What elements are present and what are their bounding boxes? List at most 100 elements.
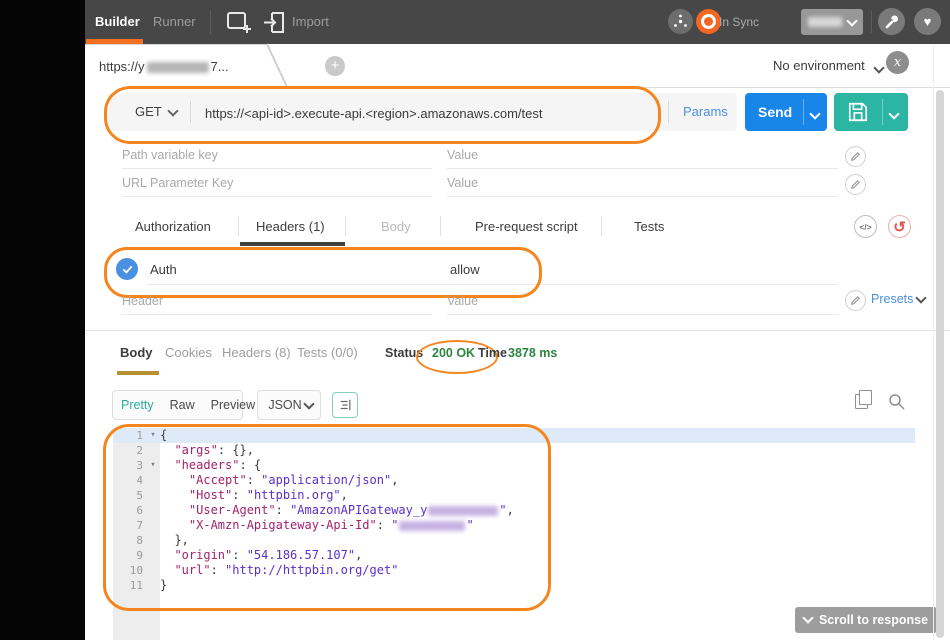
edit-pencil-icon[interactable] <box>845 174 866 195</box>
new-request-tab-button[interactable]: + <box>325 56 345 76</box>
send-button[interactable]: Send <box>745 93 827 131</box>
tab-slant-edge <box>266 44 288 88</box>
url-parameter-value-input[interactable] <box>447 170 838 197</box>
tab-runner[interactable]: Runner <box>153 0 196 44</box>
account-menu-button[interactable] <box>801 9 863 35</box>
header-key-cell[interactable]: Auth <box>150 262 177 277</box>
import-icon[interactable] <box>263 11 287 39</box>
code-line: 6 "User-Agent": "AmazonAPIGateway_y", <box>113 503 915 518</box>
copy-icon[interactable] <box>855 394 868 409</box>
environment-selector[interactable]: No environment <box>773 44 865 88</box>
save-split-divider <box>882 99 883 125</box>
left-sidebar <box>0 0 85 640</box>
time-label: Time <box>478 346 507 360</box>
request-tab-strip: https://y7... + No environment x <box>85 44 950 88</box>
proxy-icon[interactable] <box>668 9 693 34</box>
line-number: 7 <box>113 518 146 533</box>
view-pretty[interactable]: Pretty <box>113 398 162 412</box>
line-number: 10 <box>113 563 146 578</box>
response-code-lines[interactable]: 1▾{2 "args": {},3▾ "headers": {4 "Accept… <box>113 428 915 593</box>
format-dropdown[interactable]: JSON <box>257 390 321 420</box>
response-tab-cookies[interactable]: Cookies <box>165 345 212 360</box>
response-tab-headers[interactable]: Headers (8) <box>222 345 291 360</box>
line-number: 2 <box>113 443 146 458</box>
status-badge: 200 OK <box>432 346 475 360</box>
code-line: 9 "origin": "54.186.57.107", <box>113 548 915 563</box>
path-variable-value-input[interactable] <box>447 142 838 169</box>
line-number: 5 <box>113 488 146 503</box>
settings-wrench-icon[interactable] <box>878 8 905 35</box>
edit-pencil-icon[interactable] <box>845 290 866 311</box>
path-variable-key-input[interactable] <box>122 142 432 169</box>
save-options-chevron-icon[interactable] <box>888 108 899 119</box>
url-parameter-key-input[interactable] <box>122 170 432 197</box>
code-line: 10 "url": "http://httpbin.org/get" <box>113 563 915 578</box>
scrollbar-track <box>933 44 934 640</box>
edit-pencil-icon[interactable] <box>845 146 866 167</box>
topbar: Builder Runner Import <box>85 0 950 44</box>
view-preview[interactable]: Preview <box>203 398 263 412</box>
status-label: Status <box>385 346 423 360</box>
favorites-heart-icon[interactable]: ♥ <box>914 8 941 35</box>
tab-pre-request-script[interactable]: Pre-request script <box>475 219 578 234</box>
new-tab-icon[interactable] <box>226 11 252 39</box>
tab-divider <box>345 216 346 236</box>
presets-dropdown[interactable]: Presets <box>871 292 925 306</box>
url-bar: GET Params <box>107 93 737 131</box>
send-split-divider <box>803 99 804 125</box>
params-divider <box>668 101 669 123</box>
params-button[interactable]: Params <box>683 93 728 131</box>
view-raw[interactable]: Raw <box>162 398 203 412</box>
topbar-divider-2 <box>871 11 872 33</box>
chevron-down-icon <box>802 612 813 623</box>
response-panel: Body Cookies Headers (8) Tests (0/0) Sta… <box>85 331 950 640</box>
tab-url-redacted <box>147 62 209 73</box>
environment-quick-look[interactable]: x <box>886 51 909 74</box>
new-header-value-input[interactable] <box>447 288 838 315</box>
tab-body[interactable]: Body <box>381 219 411 234</box>
sync-status-icon[interactable] <box>696 9 721 34</box>
line-number: 6 <box>113 503 146 518</box>
chevron-down-icon <box>873 62 884 73</box>
time-value: 3878 ms <box>508 346 557 360</box>
format-label: JSON <box>265 398 304 412</box>
urlbar-divider <box>190 101 191 123</box>
chevron-down-icon <box>846 15 857 26</box>
import-button[interactable]: Import <box>292 0 329 44</box>
response-tab-tests[interactable]: Tests (0/0) <box>297 345 358 360</box>
header-enabled-checkbox[interactable] <box>116 258 138 280</box>
header-value-cell[interactable]: allow <box>450 262 480 277</box>
send-label: Send <box>758 93 792 131</box>
redacted-value <box>428 506 498 516</box>
request-url-input[interactable] <box>203 93 657 133</box>
generate-code-icon[interactable]: </> <box>854 215 877 238</box>
scroll-to-response-button[interactable]: Scroll to response <box>795 607 937 633</box>
fold-caret-icon[interactable]: ▾ <box>146 458 160 473</box>
save-button[interactable] <box>834 93 908 131</box>
code-line: 8 }, <box>113 533 915 548</box>
search-icon[interactable] <box>887 392 906 416</box>
tab-headers[interactable]: Headers (1) <box>256 219 325 234</box>
tab-divider <box>238 216 239 236</box>
code-line: 7 "X-Amzn-Apigateway-Api-Id": "" <box>113 518 915 533</box>
tab-divider <box>601 216 602 236</box>
sync-status-label: In Sync <box>719 0 759 44</box>
scroll-to-response-label: Scroll to response <box>819 613 928 627</box>
new-header-key-input[interactable] <box>122 288 432 315</box>
tab-authorization[interactable]: Authorization <box>135 219 211 234</box>
active-tab-underline <box>240 242 345 246</box>
reset-icon[interactable]: ↺ <box>888 215 911 238</box>
response-active-tab-underline <box>117 371 159 375</box>
scrollbar-thumb[interactable] <box>936 90 944 638</box>
view-mode-group: Pretty Raw Preview <box>112 390 243 420</box>
send-options-chevron-icon[interactable] <box>809 108 820 119</box>
fold-caret-icon[interactable]: ▾ <box>146 428 160 443</box>
tab-builder[interactable]: Builder <box>95 0 140 44</box>
method-dropdown[interactable]: GET <box>135 93 177 131</box>
header-row-underline <box>147 284 838 285</box>
tab-tests[interactable]: Tests <box>634 219 664 234</box>
beautify-icon[interactable] <box>332 392 358 418</box>
redacted-value <box>399 521 465 531</box>
request-tab[interactable]: https://y7... <box>85 44 268 89</box>
response-tab-body[interactable]: Body <box>120 345 153 360</box>
